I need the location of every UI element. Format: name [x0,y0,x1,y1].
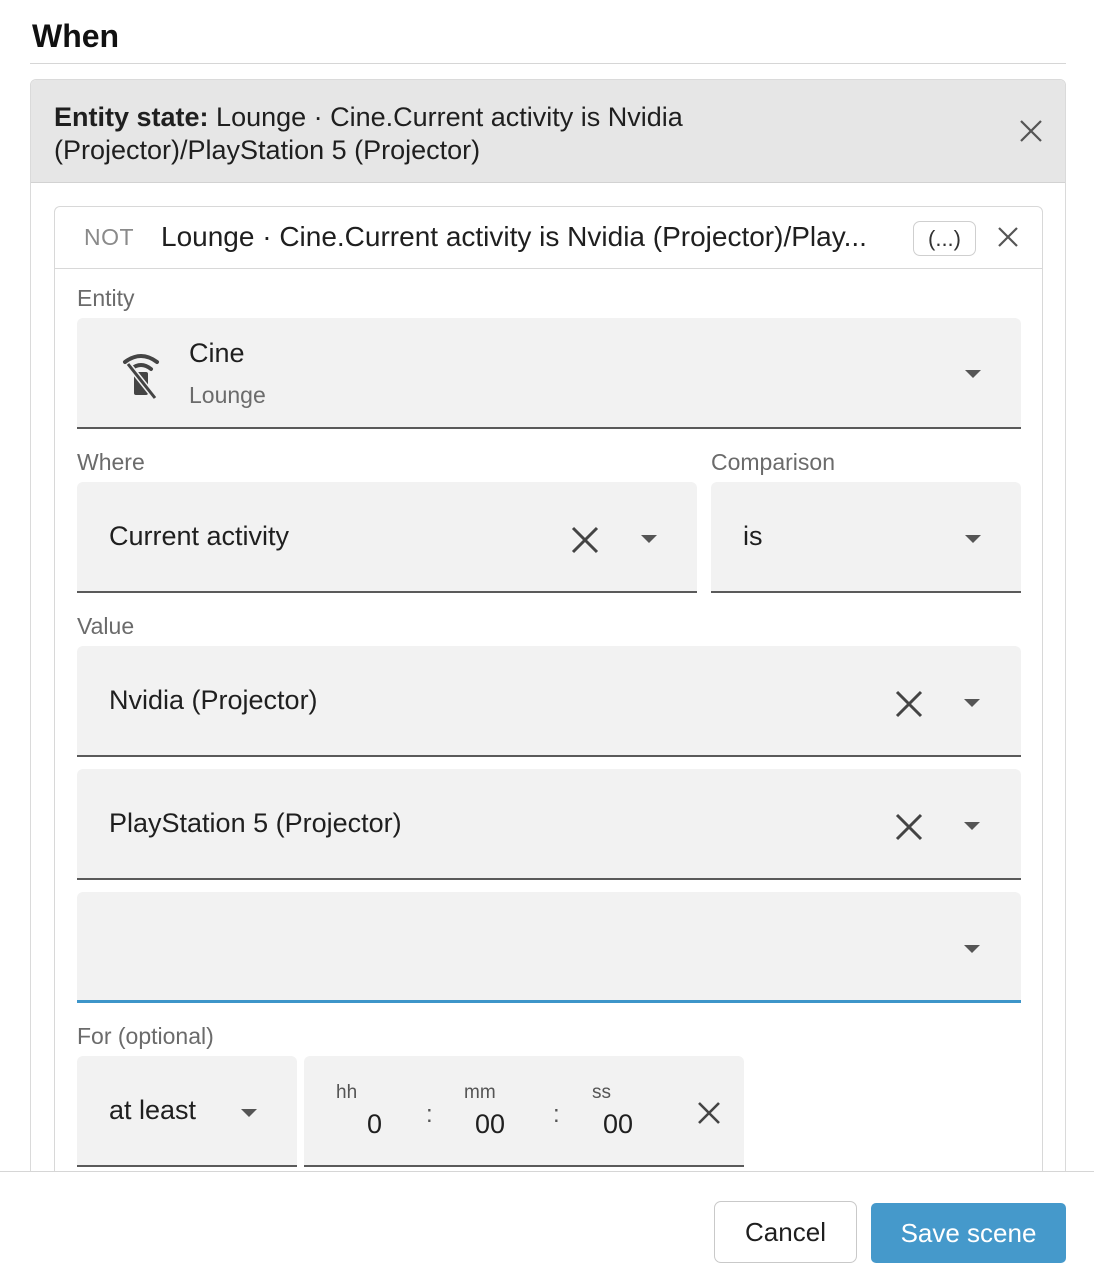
entity-label: Entity [77,285,135,311]
time-separator: : [426,1101,433,1128]
duration-mode-dropdown-icon[interactable] [241,1109,257,1117]
not-condition-header[interactable]: NOT Lounge · Cine.Current activity is Nv… [55,207,1042,269]
cancel-button[interactable]: Cancel [714,1201,857,1263]
where-value: Current activity [109,521,290,551]
value-label: Value [77,613,135,639]
where-label: Where [77,449,145,475]
add-value-select[interactable] [77,892,1021,1003]
hours-input[interactable]: 0 [367,1109,382,1140]
clear-value-icon[interactable] [894,689,924,719]
duration-mode-select[interactable]: at least [77,1056,297,1167]
minutes-input[interactable]: 00 [475,1109,505,1140]
where-dropdown-icon[interactable] [641,535,657,543]
clear-duration-icon[interactable] [697,1101,721,1125]
remove-not-condition-icon[interactable] [997,226,1019,248]
duration-mode-value: at least [109,1095,197,1125]
not-condition-summary: Lounge · Cine.Current activity is Nvidia… [161,221,867,252]
section-title: When [32,18,120,54]
value-item: Nvidia (Projector) [109,685,318,715]
comparison-dropdown-icon[interactable] [965,535,981,543]
dialog-footer: Cancel Save scene [0,1172,1094,1276]
hours-label: hh [336,1082,358,1103]
time-separator: : [553,1101,560,1128]
comparison-value: is [743,521,763,551]
entity-picker[interactable]: Cine Lounge [77,318,1021,429]
value-dropdown-icon[interactable] [964,822,980,830]
value-item: PlayStation 5 (Projector) [109,808,402,838]
entity-dropdown-icon[interactable] [965,370,981,378]
entity-name: Cine [189,338,245,368]
where-select[interactable]: Current activity [77,482,697,593]
condition-summary: Entity state: Lounge · Cine.Current acti… [54,101,954,167]
clear-value-icon[interactable] [894,812,924,842]
comparison-label: Comparison [711,449,835,475]
seconds-label: ss [592,1082,611,1103]
remove-condition-icon[interactable] [1019,119,1043,143]
condition-card-header[interactable]: Entity state: Lounge · Cine.Current acti… [31,80,1065,183]
value-select[interactable]: Nvidia (Projector) [77,646,1021,757]
minutes-label: mm [464,1082,496,1103]
value-select[interactable]: PlayStation 5 (Projector) [77,769,1021,880]
condition-card: Entity state: Lounge · Cine.Current acti… [30,79,1066,1199]
duration-input[interactable]: hh 0 : mm 00 : ss 00 [304,1056,744,1167]
not-label: NOT [84,224,135,250]
clear-where-icon[interactable] [570,525,600,555]
remote-off-icon [123,354,159,400]
duration-label: For (optional) [77,1023,214,1049]
entity-area: Lounge [189,382,266,408]
seconds-input[interactable]: 00 [603,1109,633,1140]
comparison-select[interactable]: is [711,482,1021,593]
expand-details-button[interactable]: (...) [913,221,976,256]
add-value-dropdown-icon[interactable] [964,945,980,953]
not-condition-card: NOT Lounge · Cine.Current activity is Nv… [54,206,1043,1198]
save-scene-button[interactable]: Save scene [871,1203,1066,1263]
section-divider [30,63,1066,64]
value-dropdown-icon[interactable] [964,699,980,707]
condition-type-label: Entity state: [54,102,209,132]
